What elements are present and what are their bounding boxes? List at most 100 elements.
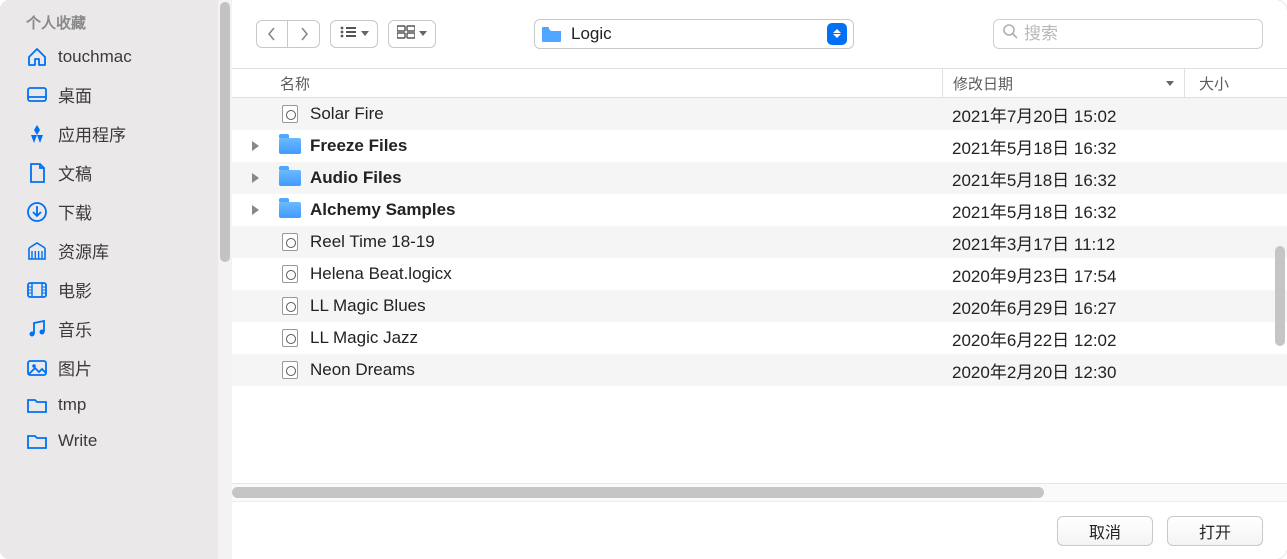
- document-icon: [278, 297, 302, 315]
- folder-icon: [278, 138, 302, 154]
- column-header-size[interactable]: 大小: [1184, 69, 1271, 97]
- search-field[interactable]: [993, 19, 1263, 49]
- column-header-name[interactable]: 名称: [232, 73, 942, 94]
- file-name: Solar Fire: [302, 104, 942, 124]
- file-row[interactable]: LL Magic Jazz2020年6月22日 12:02: [232, 322, 1287, 354]
- sidebar-item-label: 文稿: [58, 160, 92, 185]
- group-mode-button[interactable]: [388, 20, 436, 48]
- file-list: Solar Fire2021年7月20日 15:02Freeze Files20…: [232, 98, 1287, 483]
- sidebar-item-图片[interactable]: 图片: [0, 348, 232, 387]
- sidebar-scrollbar-thumb[interactable]: [220, 2, 230, 262]
- document-icon: [278, 361, 302, 379]
- folder-popup[interactable]: Logic: [534, 19, 854, 49]
- file-row[interactable]: Freeze Files2021年5月18日 16:32: [232, 130, 1287, 162]
- file-row[interactable]: Audio Files2021年5月18日 16:32: [232, 162, 1287, 194]
- folder-popup-label: Logic: [571, 24, 819, 44]
- popup-arrows-icon: [827, 23, 847, 45]
- sidebar-item-touchmac[interactable]: touchmac: [0, 39, 232, 75]
- file-name: Audio Files: [302, 168, 942, 188]
- desktop-icon: [26, 84, 48, 106]
- file-name: Alchemy Samples: [302, 200, 942, 220]
- sidebar-section-header: 个人收藏: [0, 8, 232, 39]
- document-icon: [278, 233, 302, 251]
- horizontal-scrollbar-thumb[interactable]: [232, 487, 1044, 498]
- file-name: LL Magic Jazz: [302, 328, 942, 348]
- list-scrollbar-thumb[interactable]: [1275, 246, 1285, 346]
- list-icon: [339, 24, 357, 44]
- file-name: Freeze Files: [302, 136, 942, 156]
- file-date: 2020年6月22日 12:02: [942, 326, 1184, 351]
- file-date: 2020年6月29日 16:27: [942, 294, 1184, 319]
- file-date: 2020年9月23日 17:54: [942, 262, 1184, 287]
- sidebar-item-write[interactable]: Write: [0, 423, 232, 459]
- file-name: Neon Dreams: [302, 360, 942, 380]
- forward-button[interactable]: [288, 20, 320, 48]
- sidebar-item-label: 桌面: [58, 82, 92, 107]
- back-button[interactable]: [256, 20, 288, 48]
- toolbar: Logic: [232, 0, 1287, 68]
- sidebar-item-音乐[interactable]: 音乐: [0, 309, 232, 348]
- open-button[interactable]: 打开: [1167, 516, 1263, 546]
- file-name: Reel Time 18-19: [302, 232, 942, 252]
- sidebar-item-label: 图片: [58, 355, 92, 380]
- chevron-down-icon: [361, 31, 369, 36]
- sidebar-item-应用程序[interactable]: 应用程序: [0, 114, 232, 153]
- folder-icon: [278, 202, 302, 218]
- sidebar-item-label: 下载: [58, 199, 92, 224]
- file-row[interactable]: Alchemy Samples2021年5月18日 16:32: [232, 194, 1287, 226]
- file-date: 2021年5月18日 16:32: [942, 166, 1184, 191]
- sidebar-item-桌面[interactable]: 桌面: [0, 75, 232, 114]
- search-input[interactable]: [1024, 24, 1254, 44]
- folder-icon: [26, 394, 48, 416]
- sidebar-item-label: 应用程序: [58, 121, 126, 146]
- file-date: 2021年5月18日 16:32: [942, 198, 1184, 223]
- file-row[interactable]: Neon Dreams2020年2月20日 12:30: [232, 354, 1287, 386]
- open-dialog: 个人收藏 touchmac 桌面应用程序文稿下载资源库电影音乐图片 tmp Write: [0, 0, 1287, 559]
- library-icon: [26, 240, 48, 262]
- music-icon: [26, 318, 48, 340]
- file-name: Helena Beat.logicx: [302, 264, 942, 284]
- sidebar: 个人收藏 touchmac 桌面应用程序文稿下载资源库电影音乐图片 tmp Write: [0, 0, 232, 559]
- list-scrollbar[interactable]: [1273, 246, 1287, 346]
- column-header-date-label: 修改日期: [953, 73, 1013, 94]
- sidebar-item-文稿[interactable]: 文稿: [0, 153, 232, 192]
- file-row[interactable]: LL Magic Blues2020年6月29日 16:27: [232, 290, 1287, 322]
- photo-icon: [26, 357, 48, 379]
- file-name: LL Magic Blues: [302, 296, 942, 316]
- file-date: 2021年3月17日 11:12: [942, 230, 1184, 255]
- sidebar-scrollbar[interactable]: [218, 0, 232, 559]
- document-icon: [278, 329, 302, 347]
- document-icon: [278, 265, 302, 283]
- disclosure-triangle-icon[interactable]: [252, 205, 259, 215]
- sidebar-item-资源库[interactable]: 资源库: [0, 231, 232, 270]
- main-panel: Logic 名称 修改日期 大小: [232, 0, 1287, 559]
- disclosure-triangle-icon[interactable]: [252, 173, 259, 183]
- folder-icon: [541, 25, 563, 43]
- folder-icon: [278, 170, 302, 186]
- sidebar-item-label: 音乐: [58, 316, 92, 341]
- file-row[interactable]: Solar Fire2021年7月20日 15:02: [232, 98, 1287, 130]
- sidebar-item-label: Write: [58, 431, 97, 451]
- apps-icon: [26, 123, 48, 145]
- horizontal-scrollbar[interactable]: [232, 483, 1287, 501]
- download-icon: [26, 201, 48, 223]
- sidebar-item-label: 资源库: [58, 238, 109, 263]
- chevron-down-icon: [419, 31, 427, 36]
- sidebar-item-label: touchmac: [58, 47, 132, 67]
- disclosure-triangle-icon[interactable]: [252, 141, 259, 151]
- file-row[interactable]: Helena Beat.logicx2020年9月23日 17:54: [232, 258, 1287, 290]
- sidebar-item-下载[interactable]: 下载: [0, 192, 232, 231]
- home-icon: [26, 46, 48, 68]
- sidebar-item-电影[interactable]: 电影: [0, 270, 232, 309]
- file-date: 2020年2月20日 12:30: [942, 358, 1184, 383]
- sidebar-item-label: 电影: [58, 277, 92, 302]
- doc-icon: [26, 162, 48, 184]
- view-mode-button[interactable]: [330, 20, 378, 48]
- cancel-button[interactable]: 取消: [1057, 516, 1153, 546]
- search-icon: [1002, 23, 1018, 44]
- footer: 取消 打开: [232, 501, 1287, 559]
- file-row[interactable]: Reel Time 18-192021年3月17日 11:12: [232, 226, 1287, 258]
- grid-icon: [397, 24, 415, 44]
- column-header-date[interactable]: 修改日期: [942, 69, 1184, 97]
- sidebar-item-tmp[interactable]: tmp: [0, 387, 232, 423]
